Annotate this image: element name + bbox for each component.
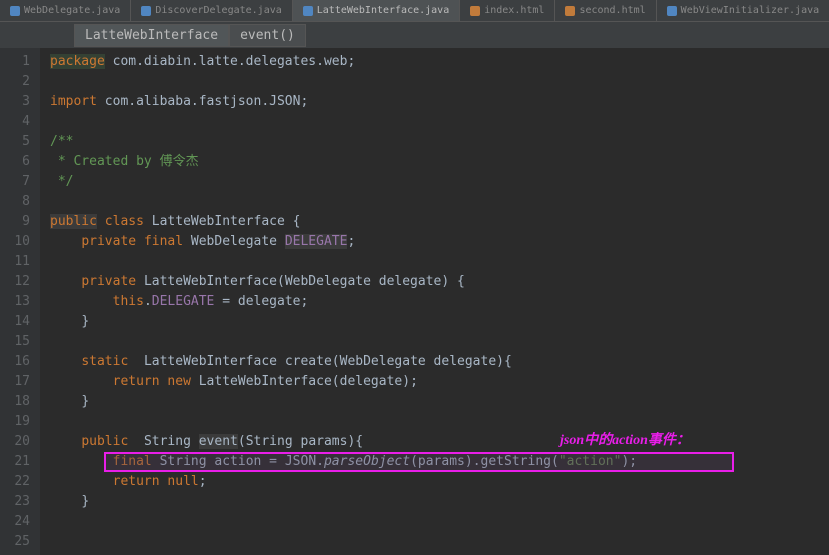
code-line bbox=[50, 112, 829, 132]
code-line: } bbox=[50, 492, 829, 512]
code-line bbox=[50, 72, 829, 92]
line-number: 5 bbox=[0, 132, 30, 152]
line-number: 18 bbox=[0, 392, 30, 412]
line-number: 1 bbox=[0, 52, 30, 72]
line-number: 19 bbox=[0, 412, 30, 432]
line-number: 3 bbox=[0, 92, 30, 112]
line-number: 13 bbox=[0, 292, 30, 312]
code-line bbox=[50, 192, 829, 212]
code-line bbox=[50, 252, 829, 272]
line-number: 7 bbox=[0, 172, 30, 192]
line-number: 4 bbox=[0, 112, 30, 132]
tab-webdelegate[interactable]: WebDelegate.java bbox=[0, 0, 131, 21]
line-number: 16@ bbox=[0, 352, 30, 372]
code-line: final String action = JSON.parseObject(p… bbox=[50, 452, 829, 472]
java-icon bbox=[303, 6, 313, 16]
code-line: private final WebDelegate DELEGATE; bbox=[50, 232, 829, 252]
breadcrumb-class[interactable]: LatteWebInterface bbox=[74, 24, 229, 47]
java-icon bbox=[667, 6, 677, 16]
line-number: 24 bbox=[0, 512, 30, 532]
line-number: 12 bbox=[0, 272, 30, 292]
tab-discoverdelegate[interactable]: DiscoverDelegate.java bbox=[131, 0, 292, 21]
code-editor[interactable]: 1 2 3 4 5 6 7 8 9 10 11 12 13 14 15 16@ … bbox=[0, 48, 829, 555]
line-number: 14 bbox=[0, 312, 30, 332]
code-line: package com.diabin.latte.delegates.web; bbox=[50, 52, 829, 72]
code-line: return null; bbox=[50, 472, 829, 492]
line-number: 15 bbox=[0, 332, 30, 352]
code-line: public String event(String params){ bbox=[50, 432, 829, 452]
tab-second-html[interactable]: second.html bbox=[555, 0, 656, 21]
tab-lattewebinterface[interactable]: LatteWebInterface.java bbox=[293, 0, 460, 21]
html-icon bbox=[470, 6, 480, 16]
java-icon bbox=[10, 6, 20, 16]
code-line: } bbox=[50, 312, 829, 332]
code-line bbox=[50, 532, 829, 552]
code-line: * Created by 傅令杰 bbox=[50, 152, 829, 172]
code-line: return new LatteWebInterface(delegate); bbox=[50, 372, 829, 392]
code-line: private LatteWebInterface(WebDelegate de… bbox=[50, 272, 829, 292]
line-number: 21 bbox=[0, 452, 30, 472]
code-line: */ bbox=[50, 172, 829, 192]
code-area[interactable]: package com.diabin.latte.delegates.web; … bbox=[40, 48, 829, 555]
code-line: public class LatteWebInterface { bbox=[50, 212, 829, 232]
java-icon bbox=[141, 6, 151, 16]
line-number: 25 bbox=[0, 532, 30, 552]
code-line bbox=[50, 332, 829, 352]
code-line: import com.alibaba.fastjson.JSON; bbox=[50, 92, 829, 112]
line-number: 20 bbox=[0, 432, 30, 452]
line-number: 22 bbox=[0, 472, 30, 492]
html-icon bbox=[565, 6, 575, 16]
code-line: this.DELEGATE = delegate; bbox=[50, 292, 829, 312]
line-number: 6 bbox=[0, 152, 30, 172]
line-number: 10 bbox=[0, 232, 30, 252]
line-number: 23 bbox=[0, 492, 30, 512]
code-line bbox=[50, 412, 829, 432]
tab-webviewinitializer[interactable]: WebViewInitializer.java bbox=[657, 0, 829, 21]
code-line bbox=[50, 512, 829, 532]
breadcrumb-method[interactable]: event() bbox=[229, 24, 306, 47]
code-line: } bbox=[50, 392, 829, 412]
line-number: 11 bbox=[0, 252, 30, 272]
line-number: 2 bbox=[0, 72, 30, 92]
line-number: 9 bbox=[0, 212, 30, 232]
tab-index-html[interactable]: index.html bbox=[460, 0, 555, 21]
annotation-label: json中的action事件： bbox=[560, 431, 690, 451]
editor-tabs: WebDelegate.java DiscoverDelegate.java L… bbox=[0, 0, 829, 22]
code-line: /** bbox=[50, 132, 829, 152]
line-number-gutter: 1 2 3 4 5 6 7 8 9 10 11 12 13 14 15 16@ … bbox=[0, 48, 40, 555]
line-number: 8 bbox=[0, 192, 30, 212]
breadcrumb: LatteWebInterface event() bbox=[0, 22, 829, 48]
line-number: 17 bbox=[0, 372, 30, 392]
code-line: static LatteWebInterface create(WebDeleg… bbox=[50, 352, 829, 372]
